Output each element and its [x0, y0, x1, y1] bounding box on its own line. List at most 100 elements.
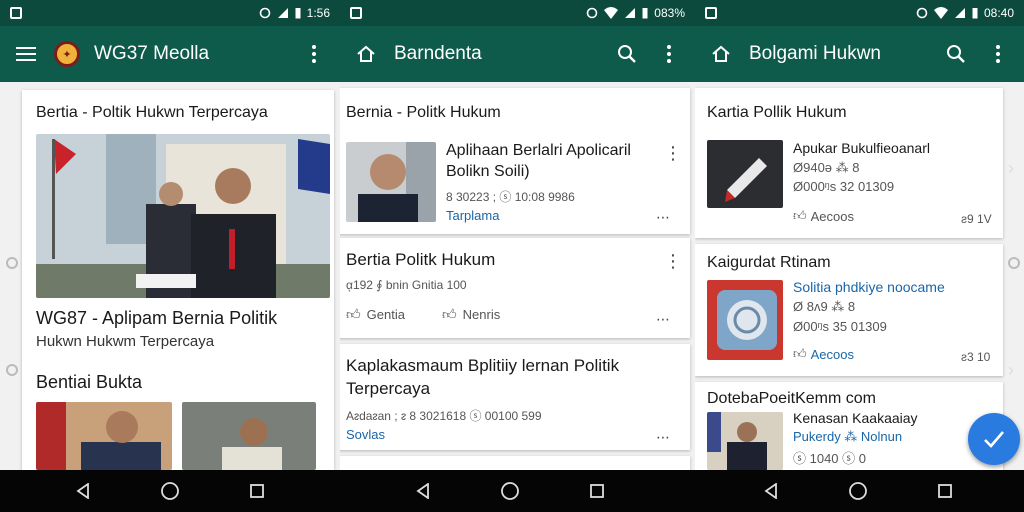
overflow-menu-icon[interactable]: [300, 40, 328, 68]
article-title[interactable]: Solitia phdkiye noocame: [793, 279, 945, 295]
item-menu-icon[interactable]: ⋮: [664, 144, 682, 162]
article-title[interactable]: Apukar Bukulfieoanarl: [793, 140, 930, 156]
status-time: 1:56: [306, 6, 330, 20]
like-action[interactable]: 👍︎ Aecoos: [793, 346, 854, 362]
item-menu-icon[interactable]: ⋮: [664, 252, 682, 270]
article-title[interactable]: Kenasan Kaakaaiay: [793, 410, 918, 426]
alarm-icon: [916, 7, 928, 19]
share-action[interactable]: 👍︎ Nenris: [442, 306, 500, 323]
news-card[interactable]: Bertia - Poltik Hukwn Terpercaya WG87 - …: [22, 90, 334, 470]
signal-icon: [954, 8, 965, 18]
status-bar: 08:40: [695, 0, 1024, 26]
edge-handle-left[interactable]: [6, 364, 18, 376]
status-bar: 1:56: [0, 0, 340, 26]
home-button-icon[interactable]: [848, 481, 868, 501]
edge-handle-right[interactable]: [1008, 257, 1020, 269]
overflow-menu-icon[interactable]: [984, 40, 1012, 68]
wifi-icon: [933, 7, 948, 19]
article-meta: ᾳ192 ∮ bnin Gnitia 100: [346, 278, 467, 292]
screen-2: 083% Barndenta Bernia - Politk Hukum Apl…: [340, 0, 695, 470]
article-title[interactable]: Aplihaan Berlalri Apolicaril: [446, 142, 631, 160]
back-icon[interactable]: [415, 483, 431, 499]
home-button-icon[interactable]: [500, 481, 520, 501]
item-value: ƨ9 1V: [961, 212, 992, 226]
chevron-right-icon[interactable]: ›: [1008, 158, 1014, 179]
card-header: Bernia - Politk Hukum: [346, 104, 501, 121]
recents-icon[interactable]: [249, 483, 265, 499]
app-bar: ✦ WG37 Meolla: [0, 26, 340, 82]
app-bar: Barndenta: [340, 26, 695, 82]
app-title: WG37 Meolla: [94, 43, 210, 64]
section-title: Bentiai Bukta: [36, 372, 143, 392]
article-subtitle: Pukerdy ⁂ Nolnun: [793, 429, 903, 444]
recents-icon[interactable]: [589, 483, 605, 499]
status-bar: 083%: [340, 0, 695, 26]
app-bar: Bolgami Hukwn: [695, 26, 1024, 82]
back-icon[interactable]: [75, 483, 91, 499]
article-meta-2: Ø00ᵑs 35 01309: [793, 319, 887, 334]
article-meta: 8 30223 ; ⓢ 10:08 9986: [446, 190, 575, 204]
status-time: 08:40: [983, 6, 1014, 20]
news-list-card-partial: [340, 456, 690, 470]
article-meta: ⓢ 1040 ⓢ 0: [793, 451, 866, 466]
menu-icon[interactable]: [12, 40, 40, 68]
notification-icon: [705, 7, 717, 19]
headline-title[interactable]: WG87 - Aplipam Bernia Politik: [36, 308, 277, 329]
news-list-card: Kaigurdat Rtinam Solitia phdkiye noocame…: [695, 244, 1003, 376]
article-tag[interactable]: Tarplama: [446, 208, 499, 223]
app-title: Barndenta: [394, 43, 482, 64]
item-more-icon[interactable]: ⋯: [656, 210, 670, 224]
battery-icon: [642, 8, 648, 19]
article-thumbnail[interactable]: [346, 142, 436, 222]
back-icon[interactable]: [763, 483, 779, 499]
thumb-up-icon: 👍︎: [346, 306, 361, 322]
notification-icon: [350, 7, 362, 19]
article-title-2: Terpercaya: [346, 379, 431, 398]
notification-icon: [10, 7, 22, 19]
confirm-fab-button[interactable]: [968, 413, 1020, 465]
wifi-icon: [604, 7, 619, 19]
home-button-icon[interactable]: [160, 481, 180, 501]
item-more-icon[interactable]: ⋯: [656, 312, 670, 326]
headline-subtitle: Hukwn Hukwm Terpercaya: [36, 333, 215, 350]
card-header: Kaigurdat Rtinam: [707, 254, 831, 271]
item-more-icon[interactable]: ⋯: [656, 430, 670, 444]
recents-icon[interactable]: [937, 483, 953, 499]
like-action[interactable]: 👍︎ Aecoos: [793, 208, 854, 224]
card-header[interactable]: DotebaPoeitKemm com: [707, 390, 876, 408]
article-tag[interactable]: Sovlas: [346, 427, 385, 442]
action-label: Nenris: [462, 307, 501, 322]
article-thumbnail[interactable]: [707, 140, 783, 208]
card-header: Bertia - Poltik Hukwn Terpercaya: [36, 104, 268, 121]
search-icon[interactable]: [942, 40, 970, 68]
action-label: Gentia: [366, 307, 405, 322]
headline-image[interactable]: [36, 134, 330, 298]
action-label: Aecoos: [810, 208, 854, 224]
card-header: Kartia Pollik Hukum: [707, 104, 847, 121]
status-battery-percent: 083%: [654, 6, 685, 20]
screen-1: 1:56 ✦ WG37 Meolla Bertia - Poltik Hukwn…: [0, 0, 340, 470]
like-action[interactable]: 👍︎ Gentia: [346, 306, 405, 323]
thumbnail-2[interactable]: [182, 402, 316, 470]
article-title[interactable]: Kaplakasmaum Bplitiiy lernan Politik: [346, 356, 619, 376]
article-title[interactable]: Bertia Politk Hukum: [346, 250, 495, 270]
edge-handle-left[interactable]: [6, 257, 18, 269]
overflow-menu-icon[interactable]: [655, 40, 683, 68]
item-value: ƨ3 10: [961, 350, 991, 364]
app-root: 1:56 ✦ WG37 Meolla Bertia - Poltik Hukwn…: [0, 0, 1024, 512]
article-meta: Ø 8ᴧ9 ⁂ 8: [793, 299, 856, 314]
thumb-up-icon: 👍︎: [793, 346, 807, 361]
alarm-icon: [586, 7, 598, 19]
thumb-up-icon: 👍︎: [442, 306, 457, 322]
article-thumbnail[interactable]: [707, 280, 783, 360]
chevron-right-icon[interactable]: ›: [1008, 360, 1014, 381]
app-logo: ✦: [54, 41, 80, 67]
thumbnail-1[interactable]: [36, 402, 172, 470]
home-icon[interactable]: [352, 40, 380, 68]
home-icon[interactable]: [707, 40, 735, 68]
search-icon[interactable]: [613, 40, 641, 68]
signal-icon: [625, 8, 636, 18]
check-icon: [984, 431, 1004, 448]
article-thumbnail[interactable]: [707, 412, 783, 470]
news-list-card: Kaplakasmaum Bplitiiy lernan Politik Ter…: [340, 344, 690, 450]
